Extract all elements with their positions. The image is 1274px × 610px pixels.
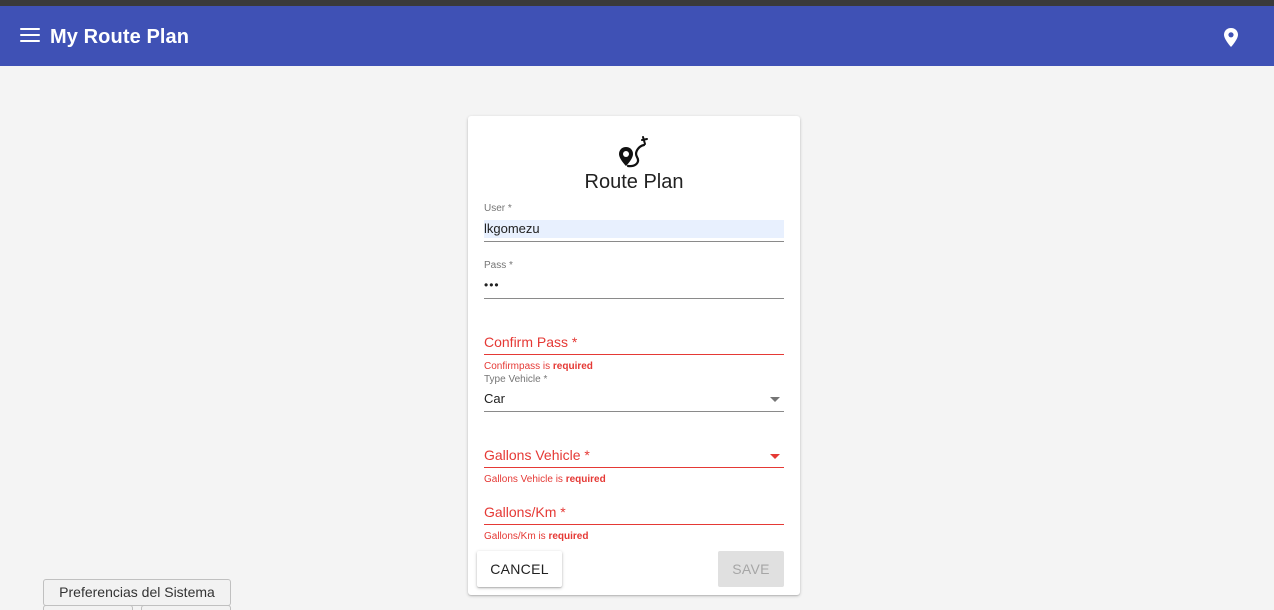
- type-vehicle-value: Car: [484, 391, 505, 406]
- gallons-km-underline: [484, 524, 784, 525]
- cancel-button[interactable]: CANCEL: [477, 551, 562, 587]
- user-input[interactable]: lkgomezu: [484, 220, 784, 238]
- gallons-vehicle-select[interactable]: Gallons Vehicle * Gallons Vehicle is req…: [484, 447, 784, 487]
- pass-field[interactable]: Pass * •••: [484, 260, 784, 300]
- type-vehicle-underline: [484, 411, 784, 412]
- chevron-down-icon: [770, 397, 780, 402]
- taskbar-button-partial[interactable]: [141, 605, 231, 610]
- location-pin-icon[interactable]: [1221, 27, 1241, 49]
- system-preferences-button[interactable]: Preferencias del Sistema: [43, 579, 231, 606]
- confirm-pass-label: Confirm Pass *: [484, 334, 578, 350]
- pass-label: Pass *: [484, 260, 513, 271]
- user-underline: [484, 241, 784, 242]
- pass-input[interactable]: •••: [484, 276, 784, 294]
- type-vehicle-label: Type Vehicle *: [484, 374, 548, 385]
- app-title: My Route Plan: [50, 26, 190, 48]
- taskbar-button-partial[interactable]: [43, 605, 133, 610]
- confirm-pass-underline: [484, 354, 784, 355]
- menu-icon[interactable]: [20, 28, 40, 44]
- gallons-vehicle-underline: [484, 467, 784, 468]
- gallons-km-field[interactable]: Gallons/Km * Gallons/Km is required: [484, 504, 784, 544]
- pass-underline: [484, 298, 784, 299]
- save-button[interactable]: SAVE: [718, 551, 784, 587]
- route-plan-logo-icon: [616, 133, 652, 171]
- user-label: User *: [484, 203, 512, 214]
- confirm-pass-field[interactable]: Confirm Pass * Confirmpass is required: [484, 334, 784, 374]
- confirm-pass-error: Confirmpass is required: [484, 361, 593, 372]
- card-title: Route Plan: [584, 171, 684, 193]
- type-vehicle-select[interactable]: Type Vehicle * Car: [484, 374, 784, 414]
- gallons-km-error: Gallons/Km is required: [484, 531, 589, 542]
- gallons-vehicle-error: Gallons Vehicle is required: [484, 474, 606, 485]
- chevron-down-icon: [770, 454, 780, 459]
- user-field[interactable]: User * lkgomezu: [484, 203, 784, 243]
- app-bar: My Route Plan: [0, 6, 1274, 66]
- registration-card: Route Plan User * lkgomezu Pass * ••• Co…: [468, 116, 800, 595]
- gallons-km-label: Gallons/Km *: [484, 504, 566, 520]
- gallons-vehicle-label: Gallons Vehicle *: [484, 447, 590, 463]
